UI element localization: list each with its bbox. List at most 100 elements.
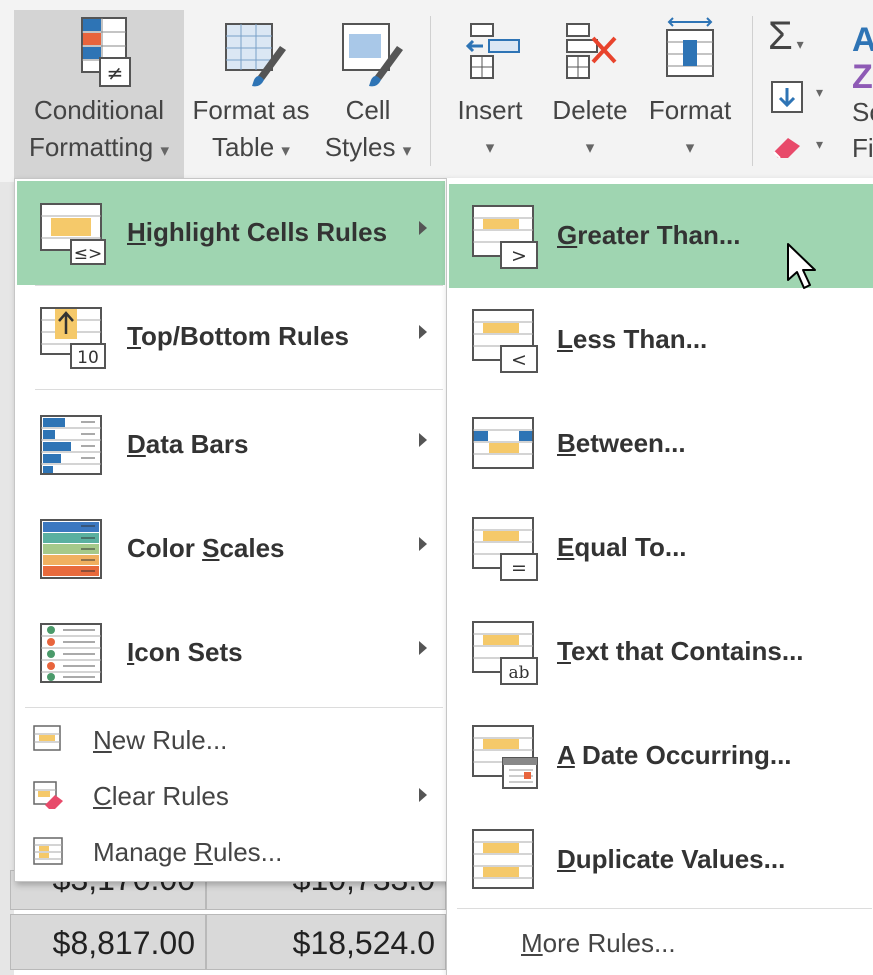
menu-item-label: Color Scales: [127, 533, 285, 563]
menu-item-manage-rules[interactable]: Manage Rules...: [17, 823, 445, 879]
chevron-down-icon: ▾: [792, 36, 804, 52]
equal-to-icon: =: [472, 517, 538, 581]
insert-button[interactable]: Insert ▾: [446, 10, 534, 166]
submenu-item-label: A Date Occurring...: [557, 740, 792, 770]
menu-item-label: Data Bars: [127, 429, 249, 459]
submenu-arrow-icon: [419, 221, 427, 235]
text-contains-icon: ab: [472, 621, 538, 685]
conditional-formatting-label-1: Conditional: [33, 95, 165, 125]
format-as-table-button[interactable]: Format as Table ▾: [186, 10, 316, 169]
svg-text:10: 10: [77, 348, 99, 368]
fill-down-icon: [771, 81, 803, 113]
menu-item-label: Highlight Cells Rules: [127, 217, 388, 247]
greater-than-icon: >: [472, 205, 538, 269]
cell-styles-label-2: Styles: [324, 132, 396, 162]
menu-item-label: New Rule...: [93, 725, 228, 755]
sort-filter-label: So: [852, 97, 873, 127]
cell-styles-button[interactable]: Cell Styles ▾: [318, 10, 418, 169]
find-select-label: Fi: [852, 133, 873, 163]
chevron-down-icon: ▾: [485, 138, 495, 157]
submenu-item-less-than[interactable]: < Less Than...: [449, 288, 873, 392]
icon-sets-icon: [40, 623, 102, 683]
duplicate-values-icon: [472, 829, 534, 889]
svg-text:≤>: ≤>: [74, 244, 103, 264]
submenu-arrow-icon: [419, 433, 427, 447]
submenu-item-equal-to[interactable]: = Equal To...: [449, 496, 873, 600]
mouse-cursor-icon: [787, 243, 816, 289]
date-occurring-icon: [472, 725, 538, 789]
ribbon: ≠ Conditional Formatting ▾ Format as Tab…: [0, 0, 873, 183]
submenu-item-duplicate-values[interactable]: Duplicate Values...: [449, 808, 873, 912]
delete-button[interactable]: Delete ▾: [546, 10, 634, 166]
new-rule-icon: [33, 725, 61, 751]
menu-item-data-bars[interactable]: Data Bars: [17, 393, 445, 497]
chevron-down-icon: ▾: [281, 141, 290, 160]
cell-styles-label-1: Cell: [345, 95, 391, 125]
menu-item-color-scales[interactable]: Color Scales: [17, 497, 445, 601]
data-bars-icon: [40, 415, 102, 475]
submenu-item-label: Equal To...: [557, 532, 687, 562]
format-cells-icon: [666, 17, 714, 77]
table-cell[interactable]: $8,817.00: [10, 914, 206, 970]
menu-item-label: Manage Rules...: [93, 837, 283, 867]
clear-button[interactable]: ▾: [770, 132, 830, 168]
sort-icon: A: [852, 21, 873, 59]
sort-icon-z: Z: [852, 58, 873, 96]
conditional-formatting-icon: ≠: [81, 17, 131, 87]
menu-item-new-rule[interactable]: New Rule...: [17, 711, 445, 767]
table-cell[interactable]: $18,524.0: [206, 914, 446, 970]
less-than-icon: <: [472, 309, 538, 373]
between-icon: [472, 417, 534, 469]
submenu-item-label: Duplicate Values...: [557, 844, 786, 874]
format-label: Format: [648, 95, 732, 125]
chevron-down-icon: ▾: [816, 136, 824, 152]
eraser-icon: [773, 138, 800, 159]
submenu-item-label: Greater Than...: [557, 220, 741, 250]
fill-button[interactable]: ▾: [770, 80, 830, 116]
submenu-item-label: Less Than...: [557, 324, 708, 354]
submenu-arrow-icon: [419, 325, 427, 339]
menu-separator: [35, 389, 443, 390]
svg-text:<: <: [511, 349, 527, 371]
menu-separator: [457, 908, 872, 909]
svg-text:=: =: [511, 557, 527, 579]
menu-item-label: Top/Bottom Rules: [127, 321, 349, 351]
top-bottom-rules-icon: 10: [40, 307, 106, 369]
menu-item-label: Clear Rules: [93, 781, 229, 811]
svg-text:>: >: [511, 245, 527, 267]
submenu-item-date-occurring[interactable]: A Date Occurring...: [449, 704, 873, 808]
format-as-table-label-1: Format as: [192, 95, 310, 125]
menu-item-label: Icon Sets: [127, 637, 243, 667]
sort-filter-button[interactable]: A Z So Fi: [852, 20, 873, 170]
submenu-item-label: Text that Contains...: [557, 636, 804, 666]
highlight-cells-rules-submenu: > Greater Than... < Less Than... Between…: [446, 178, 873, 975]
menu-item-top-bottom-rules[interactable]: 10 Top/Bottom Rules: [17, 285, 445, 389]
cell-styles-icon: [342, 23, 403, 87]
ribbon-separator: [752, 16, 753, 166]
submenu-arrow-icon: [419, 788, 427, 802]
conditional-formatting-button[interactable]: ≠ Conditional Formatting ▾: [14, 10, 184, 182]
chevron-down-icon: ▾: [816, 84, 824, 100]
highlight-cells-rules-icon: ≤>: [40, 203, 106, 265]
autosum-button[interactable]: Σ ▾: [768, 14, 828, 60]
more-rules-item[interactable]: More Rules...: [521, 928, 676, 959]
delete-cells-icon: [566, 23, 617, 79]
submenu-item-text-that-contains[interactable]: ab Text that Contains...: [449, 600, 873, 704]
sigma-icon: Σ: [768, 14, 793, 58]
submenu-arrow-icon: [419, 537, 427, 551]
ribbon-separator: [430, 16, 431, 166]
submenu-item-label: Between...: [557, 428, 686, 458]
clear-rules-icon: [33, 781, 63, 809]
format-button[interactable]: Format ▾: [642, 10, 738, 166]
chevron-down-icon: ▾: [585, 138, 595, 157]
submenu-item-between[interactable]: Between...: [449, 392, 873, 496]
chevron-down-icon: ▾: [685, 138, 695, 157]
menu-item-icon-sets[interactable]: Icon Sets: [17, 601, 445, 705]
submenu-arrow-icon: [419, 641, 427, 655]
insert-label: Insert: [457, 95, 523, 125]
manage-rules-icon: [33, 837, 63, 865]
menu-item-clear-rules[interactable]: Clear Rules: [17, 767, 445, 823]
chevron-down-icon: ▾: [160, 141, 170, 160]
insert-cells-icon: [465, 23, 520, 79]
menu-item-highlight-cells-rules[interactable]: ≤> Highlight Cells Rules: [17, 181, 445, 285]
